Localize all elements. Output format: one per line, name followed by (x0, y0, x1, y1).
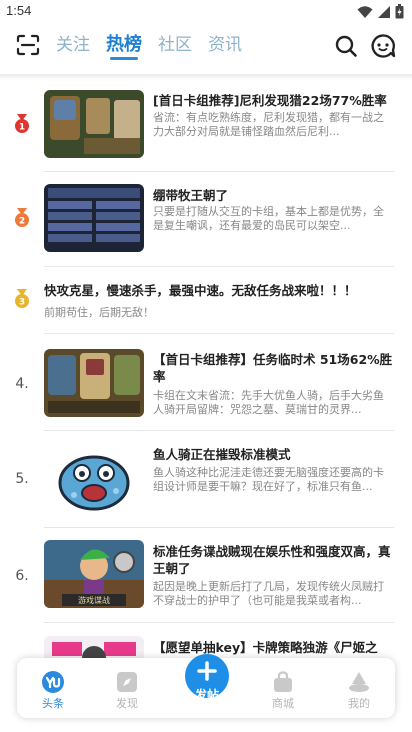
svg-text:1: 1 (19, 123, 25, 133)
rank-number: 5. (15, 471, 29, 487)
svg-text:3: 3 (19, 298, 25, 308)
nav-discover[interactable]: 发现 (97, 658, 157, 718)
feed-tabs: 关注 热榜 社区 资讯 (56, 32, 242, 62)
item-summary: 卡组在文末省流：先手大优鱼人骑，后手大劣鱼人骑开局留牌：咒怨之墓、莫瑞甘的灵界.… (153, 389, 384, 416)
rank-2-medal-icon: 2 (15, 208, 29, 227)
top-nav: 关注 热榜 社区 资讯 (0, 26, 412, 66)
status-time: 1:54 (6, 3, 32, 18)
nav-label: 发现 (116, 697, 138, 710)
tab-follow[interactable]: 关注 (56, 32, 90, 62)
card-thumbnail (44, 184, 144, 252)
item-title: [首日卡组推荐]尼利发现猎22场77%胜率 (153, 93, 387, 108)
item-summary: 前期苟住，后期无敌！ (44, 306, 154, 319)
list-item[interactable]: 4. 【首日卡组推荐】任务临时术 51场62%胜率 卡组在文末省流：先手大优鱼人… (0, 334, 412, 430)
card-thumbnail (44, 90, 144, 158)
signal-icon (378, 5, 390, 18)
scan-button[interactable] (16, 34, 40, 56)
nav-me[interactable]: 我的 (329, 658, 389, 718)
battery-icon (395, 4, 404, 19)
item-summary: 只要是打随从交互的卡组，基本上都是优势，全是复生嘲讽，还有最爱的岛民可以架空..… (153, 205, 384, 232)
rank-1-medal-icon: 1 (15, 114, 29, 133)
wifi-icon (357, 5, 373, 18)
svg-text:2: 2 (19, 217, 25, 227)
list-item[interactable]: 1 [首日卡组推荐]尼利发现猎22场77%胜率 省流：有点吃熟练度，尼利发现猎，… (0, 80, 412, 172)
search-icon (335, 35, 357, 57)
item-title: 【首日卡组推荐】任务临时术 51场62%胜率 (153, 352, 393, 384)
nav-label: 我的 (348, 697, 370, 710)
rank-3-medal-icon: 3 (15, 289, 29, 308)
scan-icon (16, 34, 40, 56)
card-thumbnail (44, 349, 144, 417)
item-title: 标准任务谍战贼现在娱乐性和强度双高，真王朝了 (153, 544, 391, 576)
rank-number: 4. (15, 376, 29, 392)
message-button[interactable] (370, 33, 396, 59)
active-tab-indicator (110, 57, 138, 60)
item-summary: 起因是晚上更新后打了几局，发现传统火凤贼打不穿战士的护甲了（也可能是我菜或者构.… (153, 580, 384, 607)
tab-hot-list[interactable]: 热榜 (106, 32, 142, 62)
nav-label: 头条 (42, 697, 64, 710)
tab-community[interactable]: 社区 (158, 32, 192, 62)
bottom-nav: 头条 发现 发帖 商城 我的 (17, 654, 395, 718)
search-button[interactable] (334, 34, 358, 58)
compass-icon (117, 672, 137, 692)
item-title: 鱼人骑正在摧毁标准模式 (153, 447, 291, 462)
item-summary: 省流：有点吃熟练度，尼利发现猎，都有一战之力大部分对局就是铺怪踏血然后尼利... (153, 111, 384, 138)
nav-shop[interactable]: 商城 (253, 658, 313, 718)
shopping-bag-icon (274, 671, 292, 692)
nav-label: 商城 (272, 697, 294, 710)
rank-number: 6. (15, 568, 29, 584)
post-label: 发帖 (194, 688, 219, 702)
profile-icon (349, 672, 369, 692)
card-thumbnail: 游戏谍战 (44, 540, 144, 608)
list-item[interactable]: 2 绷带牧王朝了 只要是打随从交互的卡组，基本上都是优势，全是复生嘲讽，还有最爱… (0, 172, 412, 267)
message-icon (371, 34, 396, 58)
list-item[interactable]: 6. 游戏谍战 标准任务谍战贼现在娱乐性和强度双高，真王朝了 起因是晚上更新后打… (0, 528, 412, 626)
item-title: 快攻克星，慢速杀手，最强中速。无敌任务战来啦！！！ (44, 283, 357, 298)
list-item[interactable]: 5. 鱼人骑正在摧毁标准模式 鱼人骑这种比泥洼走德还要无脑强度还要高的卡组设计师… (0, 431, 412, 529)
svg-text:游戏谍战: 游戏谍战 (78, 595, 110, 605)
tab-news[interactable]: 资讯 (208, 32, 242, 62)
item-title: 绷带牧王朝了 (153, 188, 229, 203)
mascot-thumbnail (44, 443, 144, 511)
headlines-icon (42, 671, 64, 693)
status-bar: 1:54 (0, 0, 412, 24)
item-summary: 鱼人骑这种比泥洼走德还要无脑强度还要高的卡组设计师是要干嘛？现在好了，标准只有鱼… (153, 466, 384, 493)
nav-headlines[interactable]: 头条 (23, 658, 83, 718)
